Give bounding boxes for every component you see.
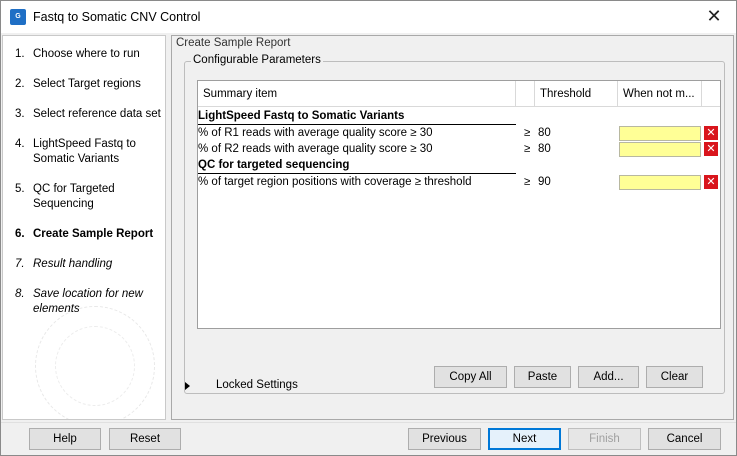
step-number: 6.: [15, 228, 25, 240]
step-number: 3.: [15, 108, 25, 120]
footer-separator: [1, 422, 736, 423]
step-label: Select Target regions: [33, 78, 141, 90]
dialog-window: G Fastq to Somatic CNV Control ✕ 1. Choos…: [0, 0, 737, 456]
cancel-button[interactable]: Cancel: [648, 428, 721, 450]
section-title: LightSpeed Fastq to Somatic Variants: [198, 110, 405, 122]
step-label: Create Sample Report: [33, 228, 154, 240]
when-not-met-input[interactable]: [619, 142, 701, 157]
wizard-steps-panel: 1. Choose where to run 2. Select Target reg…: [2, 35, 166, 420]
section-divider: [198, 173, 516, 174]
next-button[interactable]: Next: [488, 428, 561, 450]
title-bar: G Fastq to Somatic CNV Control ✕: [1, 1, 736, 33]
watermark-decoration-inner: [55, 326, 135, 406]
column-delete: [702, 81, 720, 107]
step-label: Select reference data set: [33, 108, 161, 120]
step-number: 7.: [15, 258, 25, 270]
copy-all-button[interactable]: Copy All: [434, 366, 507, 388]
step-number: 4.: [15, 138, 25, 150]
row-summary-item: % of R1 reads with average quality score…: [198, 127, 433, 139]
step-number: 2.: [15, 78, 25, 90]
help-button[interactable]: Help: [29, 428, 101, 450]
row-threshold[interactable]: 80: [538, 142, 551, 156]
when-not-met-input[interactable]: [619, 126, 701, 141]
step-label: Result handling: [33, 258, 113, 270]
row-operator: ≥: [524, 176, 531, 188]
parameters-table: Summary item Threshold When not m... Lig…: [197, 80, 721, 329]
reset-button[interactable]: Reset: [109, 428, 181, 450]
close-icon[interactable]: ✕: [692, 1, 736, 33]
column-summary-item[interactable]: Summary item: [198, 81, 516, 107]
group-title: Configurable Parameters: [191, 54, 323, 66]
previous-button[interactable]: Previous: [408, 428, 481, 450]
when-not-met-input[interactable]: [619, 175, 701, 190]
clear-button[interactable]: Clear: [646, 366, 703, 388]
step-label: QC for Targeted Sequencing: [33, 183, 115, 210]
configurable-parameters-group: Configurable Parameters Summary item Thr…: [184, 54, 725, 394]
finish-button[interactable]: Finish: [568, 428, 641, 450]
column-operator[interactable]: [516, 81, 535, 107]
app-icon: G: [10, 9, 26, 25]
step-number: 1.: [15, 48, 25, 60]
step-label: Choose where to run: [33, 48, 140, 60]
section-divider: [198, 124, 516, 125]
delete-row-icon[interactable]: ✕: [704, 126, 718, 140]
row-summary-item: % of R2 reads with average quality score…: [198, 143, 433, 155]
section-title: QC for targeted sequencing: [198, 159, 350, 171]
delete-row-icon[interactable]: ✕: [704, 175, 718, 189]
row-operator: ≥: [524, 143, 531, 155]
column-threshold[interactable]: Threshold: [535, 81, 618, 107]
window-title: Fastq to Somatic CNV Control: [33, 10, 201, 24]
delete-row-icon[interactable]: ✕: [704, 142, 718, 156]
step-header: Create Sample Report: [176, 37, 291, 49]
row-operator: ≥: [524, 127, 531, 139]
paste-button[interactable]: Paste: [514, 366, 571, 388]
row-threshold[interactable]: 80: [538, 126, 551, 140]
step-number: 8.: [15, 288, 25, 300]
row-summary-item: % of target region positions with covera…: [198, 176, 472, 188]
expand-arrow-icon[interactable]: [185, 382, 190, 390]
step-content-pane: Create Sample Report Configurable Parame…: [171, 35, 734, 420]
table-header: Summary item Threshold When not m...: [198, 81, 720, 107]
column-when-not-met[interactable]: When not m...: [618, 81, 702, 107]
step-number: 5.: [15, 183, 25, 195]
step-label: LightSpeed Fastq to Somatic Variants: [33, 138, 136, 165]
row-threshold[interactable]: 90: [538, 175, 551, 189]
add-button[interactable]: Add...: [578, 366, 639, 388]
step-label: Save location for new elements: [33, 288, 143, 315]
locked-settings-label[interactable]: Locked Settings: [216, 379, 298, 391]
